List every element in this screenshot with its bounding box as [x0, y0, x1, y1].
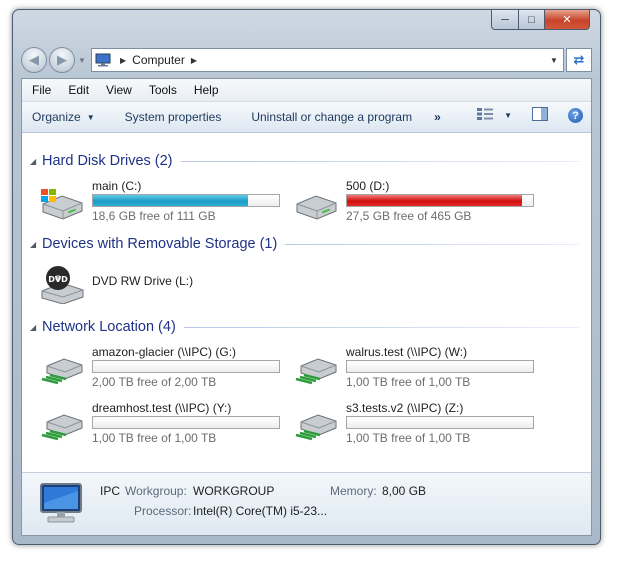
drive-free-space: 27,5 GB free of 465 GB — [346, 209, 472, 223]
menu-edit[interactable]: Edit — [68, 83, 89, 97]
menu-bar: File Edit View Tools Help — [22, 79, 591, 102]
drive-usage-fill — [93, 195, 248, 206]
address-bar[interactable]: ▶ Computer ▶ ▼ — [91, 48, 564, 72]
close-button[interactable]: ✕ — [545, 10, 590, 30]
group-header-hard-disk-drives[interactable]: ◢ Hard Disk Drives (2) — [30, 153, 579, 169]
preview-pane-icon[interactable] — [532, 107, 548, 124]
workgroup-value: WORKGROUP — [193, 484, 275, 498]
drive-name: DVD RW Drive (L:) — [92, 274, 194, 288]
group-title: Devices with Removable Storage (1) — [42, 236, 278, 252]
memory-label: Memory: — [330, 484, 377, 498]
minimize-button[interactable]: ─ — [491, 10, 519, 30]
system-properties-button[interactable]: System properties — [125, 110, 222, 124]
collapse-triangle-icon[interactable]: ◢ — [30, 323, 42, 332]
drive-name: amazon-glacier (\\IPC) (G:) — [92, 345, 237, 359]
minimize-icon: ─ — [501, 13, 509, 26]
drive-z-network[interactable]: s3.tests.v2 (\\IPC) (Z:) 1,00 TB free of… — [292, 401, 552, 447]
forward-button[interactable]: ▶ — [49, 47, 75, 73]
computer-name: IPC — [100, 484, 121, 498]
drive-usage-fill — [347, 195, 523, 206]
drive-usage-bar — [346, 416, 534, 429]
view-controls: ▼ ? — [476, 107, 583, 124]
drive-free-space: 1,00 TB free of 1,00 TB — [92, 431, 217, 445]
drive-free-space: 1,00 TB free of 1,00 TB — [346, 431, 471, 445]
back-button[interactable]: ◀ — [21, 47, 47, 73]
drive-usage-bar — [92, 194, 280, 207]
command-bar: Organize ▼ System properties Uninstall o… — [22, 102, 591, 133]
network-drive-icon — [41, 358, 83, 385]
menu-view[interactable]: View — [106, 83, 132, 97]
drive-c[interactable]: main (C:) 18,6 GB free of 111 GB — [38, 179, 298, 225]
maximize-button[interactable]: □ — [519, 10, 545, 30]
address-dropdown-icon[interactable]: ▼ — [545, 56, 563, 65]
drive-free-space: 1,00 TB free of 1,00 TB — [346, 375, 471, 389]
drive-y-network[interactable]: dreamhost.test (\\IPC) (Y:) 1,00 TB free… — [38, 401, 298, 447]
uninstall-program-button[interactable]: Uninstall or change a program — [251, 110, 412, 124]
group-header-removable-storage[interactable]: ◢ Devices with Removable Storage (1) — [30, 236, 579, 252]
drive-name: s3.tests.v2 (\\IPC) (Z:) — [346, 401, 464, 415]
breadcrumb-separator-icon[interactable]: ▶ — [120, 56, 126, 65]
drive-usage-bar — [346, 194, 534, 207]
workgroup-label: Workgroup: — [125, 484, 187, 498]
drive-d[interactable]: 500 (D:) 27,5 GB free of 465 GB — [292, 179, 552, 225]
memory-value: 8,00 GB — [382, 484, 427, 498]
hard-drive-icon — [296, 195, 337, 220]
group-divider — [183, 326, 579, 328]
explorer-window: ─ □ ✕ ◀ ▶ ▼ ▶ Computer ▶ ▼ ⇄ File Edit V… — [12, 9, 601, 545]
maximize-icon: □ — [528, 13, 535, 26]
drive-g-network[interactable]: amazon-glacier (\\IPC) (G:) 2,00 TB free… — [38, 345, 298, 391]
more-commands-button[interactable]: » — [434, 110, 441, 124]
processor-label: Processor: — [134, 504, 192, 518]
forward-arrow-icon: ▶ — [57, 52, 67, 67]
collapse-triangle-icon[interactable]: ◢ — [30, 240, 42, 249]
network-drive-icon — [295, 358, 337, 385]
drive-free-space: 2,00 TB free of 2,00 TB — [92, 375, 217, 389]
back-arrow-icon: ◀ — [29, 52, 39, 67]
drive-name: main (C:) — [92, 179, 142, 193]
view-dropdown-icon[interactable]: ▼ — [504, 111, 512, 120]
drive-usage-bar — [92, 416, 280, 429]
refresh-button[interactable]: ⇄ — [566, 48, 592, 72]
hard-drive-windows-icon — [41, 189, 83, 220]
breadcrumb-arrow-icon[interactable]: ▶ — [191, 56, 197, 65]
help-icon[interactable]: ? — [568, 108, 583, 123]
drive-free-space: 18,6 GB free of 111 GB — [92, 209, 216, 223]
network-drive-icon — [295, 414, 337, 441]
network-drive-icon — [41, 414, 83, 441]
caption-buttons: ─ □ ✕ — [491, 10, 590, 30]
drive-name: walrus.test (\\IPC) (W:) — [346, 345, 468, 359]
computer-icon — [92, 53, 114, 67]
menu-help[interactable]: Help — [194, 83, 219, 97]
computer-monitor-icon — [40, 483, 82, 523]
drive-usage-bar — [346, 360, 534, 373]
drive-usage-bar — [92, 360, 280, 373]
drive-name: 500 (D:) — [346, 179, 390, 193]
organize-button[interactable]: Organize ▼ — [32, 110, 95, 124]
drive-w-network[interactable]: walrus.test (\\IPC) (W:) 1,00 TB free of… — [292, 345, 552, 391]
group-title: Network Location (4) — [42, 319, 176, 335]
explorer-content: File Edit View Tools Help Organize ▼ Sys… — [21, 78, 592, 536]
processor-value: Intel(R) Core(TM) i5-23... — [193, 504, 328, 518]
breadcrumb-computer[interactable]: Computer — [132, 53, 185, 67]
refresh-icon: ⇄ — [573, 52, 585, 67]
svg-text:DVD: DVD — [48, 275, 68, 284]
group-header-network-location[interactable]: ◢ Network Location (4) — [30, 319, 579, 335]
drive-name: dreamhost.test (\\IPC) (Y:) — [92, 401, 232, 415]
drive-l-dvd[interactable]: DVD DVD RW Drive (L:) — [38, 262, 298, 308]
recent-pages-dropdown[interactable]: ▼ — [77, 56, 87, 65]
organize-label: Organize — [32, 110, 81, 124]
collapse-triangle-icon[interactable]: ◢ — [30, 157, 42, 166]
navigation-bar: ◀ ▶ ▼ ▶ Computer ▶ ▼ ⇄ — [21, 44, 592, 76]
dvd-drive-icon: DVD — [41, 266, 84, 304]
group-divider — [180, 160, 579, 162]
close-icon: ✕ — [562, 14, 572, 26]
details-pane: IPC Workgroup: WORKGROUP Memory: 8,00 GB… — [22, 472, 591, 535]
menu-file[interactable]: File — [32, 83, 51, 97]
chevron-down-icon: ▼ — [86, 112, 95, 122]
group-divider — [285, 243, 579, 245]
group-title: Hard Disk Drives (2) — [42, 153, 173, 169]
change-view-icon[interactable] — [476, 107, 494, 124]
menu-tools[interactable]: Tools — [149, 83, 177, 97]
